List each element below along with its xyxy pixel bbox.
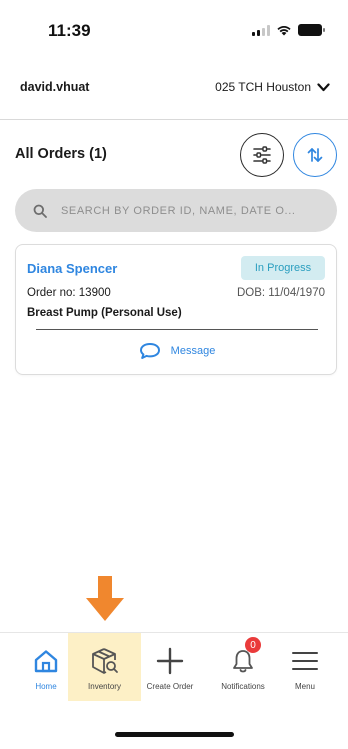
tab-inventory[interactable]: Inventory xyxy=(68,633,141,701)
tab-inventory-label: Inventory xyxy=(88,682,121,691)
message-button[interactable]: Message xyxy=(16,342,338,360)
search-input[interactable] xyxy=(61,204,301,217)
chevron-down-icon xyxy=(317,82,330,91)
bottom-tab-bar: Home Inventory Create Order 0 Notificati… xyxy=(0,632,348,701)
patient-name[interactable]: Diana Spencer xyxy=(27,261,117,276)
tab-menu-label: Menu xyxy=(294,682,315,691)
tab-notifications-label: Notifications xyxy=(221,682,265,691)
order-number: Order no: 13900 xyxy=(27,287,111,299)
tab-menu[interactable]: Menu xyxy=(282,633,328,701)
sort-arrows-icon xyxy=(307,148,323,162)
card-divider xyxy=(36,329,318,330)
tab-home-label: Home xyxy=(35,682,57,691)
page-title: All Orders (1) xyxy=(15,146,107,162)
battery-icon xyxy=(298,24,325,36)
header-divider xyxy=(0,119,348,120)
message-label: Message xyxy=(170,345,216,357)
home-icon xyxy=(33,645,59,677)
tab-create-order[interactable]: Create Order xyxy=(141,633,199,701)
tab-notifications[interactable]: 0 Notifications xyxy=(213,633,273,701)
search-icon xyxy=(33,204,47,218)
status-icons xyxy=(252,24,325,36)
app-header: david.vhuat 025 TCH Houston xyxy=(0,78,348,98)
username: david.vhuat xyxy=(20,80,90,94)
pointer-arrow-icon xyxy=(86,576,124,621)
product-name: Breast Pump (Personal Use) xyxy=(27,307,182,319)
status-time: 11:39 xyxy=(48,21,91,40)
chat-bubble-icon xyxy=(139,343,160,359)
home-indicator[interactable] xyxy=(115,732,234,737)
status-badge: In Progress xyxy=(241,256,325,280)
tab-home[interactable]: Home xyxy=(18,633,74,701)
location-label: 025 TCH Houston xyxy=(215,80,311,94)
inventory-icon xyxy=(90,645,120,677)
bell-icon: 0 xyxy=(232,637,261,677)
date-of-birth: DOB: 11/04/1970 xyxy=(236,287,325,299)
search-bar[interactable] xyxy=(15,189,337,232)
notification-badge: 0 xyxy=(245,637,261,653)
hamburger-icon xyxy=(291,645,319,677)
sort-button[interactable] xyxy=(293,133,337,177)
tab-create-order-label: Create Order xyxy=(146,682,194,691)
sliders-icon xyxy=(253,146,271,164)
status-bar: 11:39 xyxy=(0,0,348,60)
signal-icon xyxy=(252,24,270,36)
wifi-icon xyxy=(277,26,291,36)
plus-icon xyxy=(156,645,184,677)
location-selector[interactable]: 025 TCH Houston xyxy=(215,80,330,94)
order-card[interactable]: Diana Spencer In Progress Order no: 1390… xyxy=(15,244,337,375)
filter-button[interactable] xyxy=(240,133,284,177)
